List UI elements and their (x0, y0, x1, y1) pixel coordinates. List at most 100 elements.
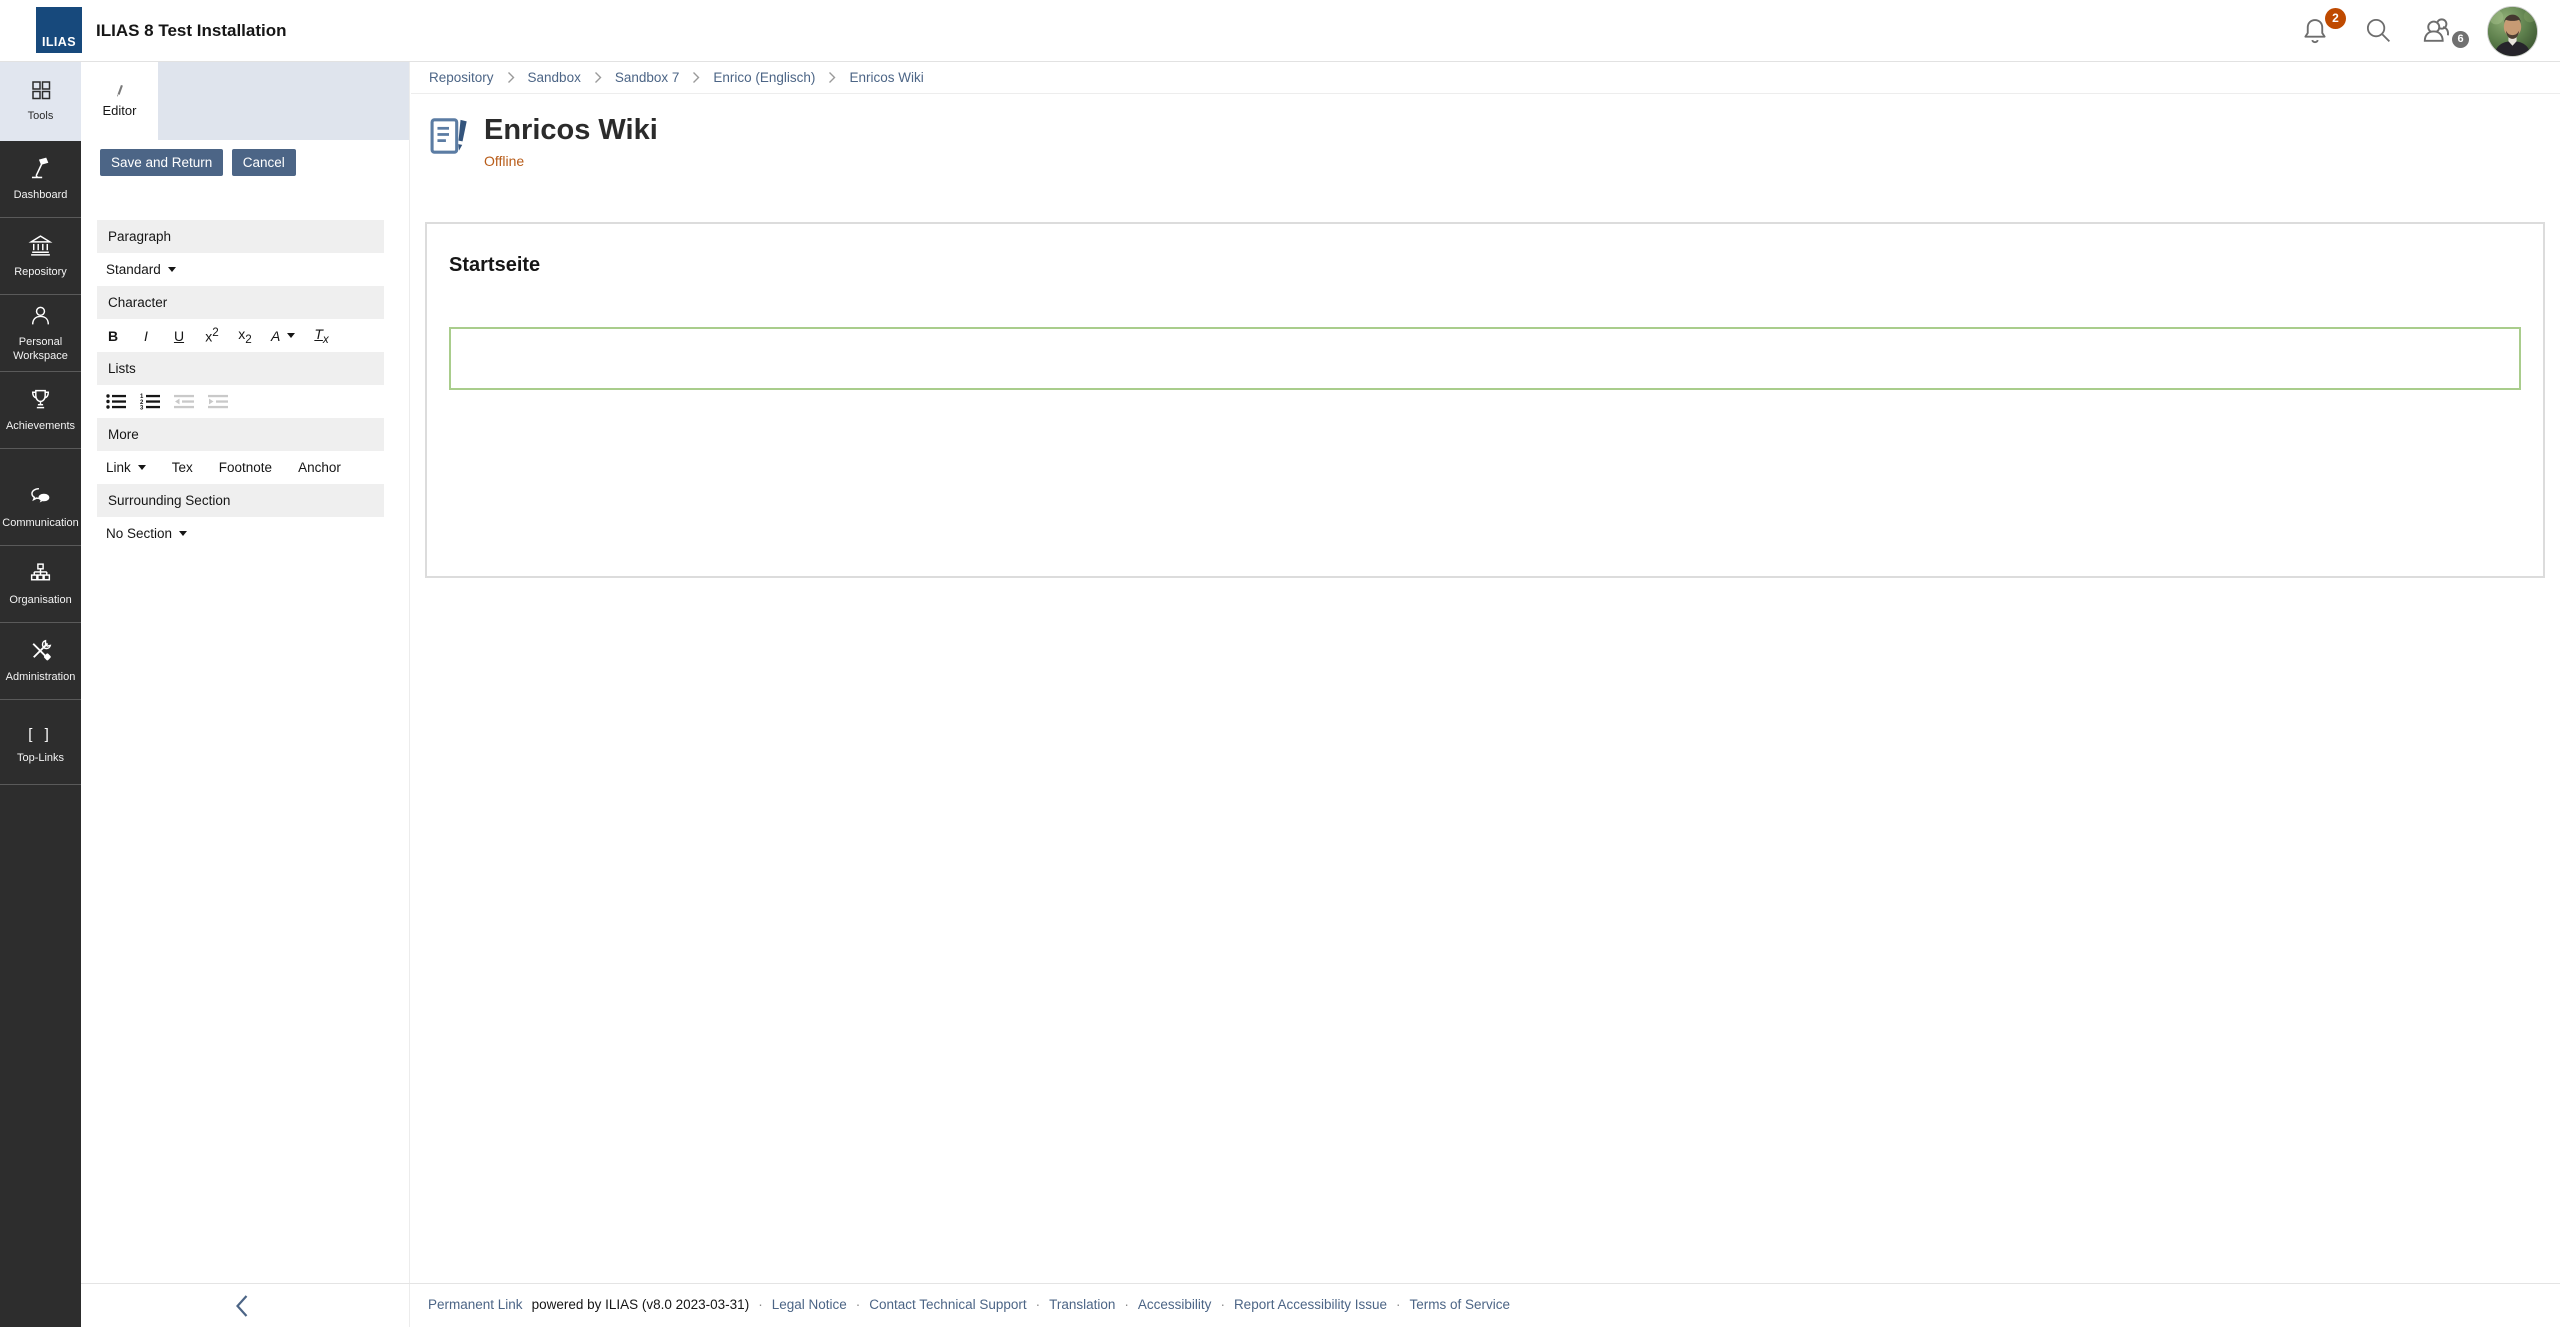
trophy-icon (28, 387, 53, 412)
editor-tab-row: Editor (81, 61, 409, 140)
bullet-list-button[interactable] (106, 393, 127, 410)
sidebar-item-label: Repository (14, 266, 67, 279)
wiki-icon (429, 114, 469, 158)
wrench-screwdriver-icon (28, 638, 53, 663)
powered-by-text: powered by ILIAS (v8.0 2023-03-31) (532, 1297, 750, 1312)
more-section-header: More (97, 418, 384, 451)
footer-separator: · (1124, 1297, 1129, 1312)
terms-of-service-link[interactable]: Terms of Service (1410, 1297, 1511, 1312)
footer-separator: · (1396, 1297, 1401, 1312)
rail-spacer (0, 449, 81, 469)
character-section-header: Character (97, 286, 384, 319)
bold-button[interactable]: B (106, 328, 120, 344)
footer: Permanent Link powered by ILIAS (v8.0 20… (81, 1283, 2560, 1328)
online-users-badge: 6 (2452, 31, 2469, 48)
ilias-logo[interactable]: ILIAS (36, 7, 82, 53)
svg-text:3: 3 (140, 405, 144, 410)
translation-link[interactable]: Translation (1049, 1297, 1115, 1312)
page-title: Enricos Wiki (484, 114, 658, 147)
top-bar: ILIAS ILIAS 8 Test Installation 2 6 (0, 0, 2560, 62)
subscript-button[interactable]: x2 (238, 326, 252, 346)
collapse-panel-button[interactable] (231, 1292, 259, 1320)
sidebar-item-top-links[interactable]: [ ] Top-Links (0, 708, 81, 785)
chevron-down-icon (287, 333, 295, 338)
breadcrumb-sandbox-7[interactable]: Sandbox 7 (615, 70, 680, 85)
chevron-down-icon (179, 531, 187, 536)
chevron-down-icon (168, 267, 176, 272)
paragraph-section-header: Paragraph (97, 220, 384, 253)
remove-format-button[interactable]: Tx (314, 326, 328, 346)
paragraph-style-dropdown[interactable]: Standard (106, 262, 176, 277)
footer-separator: · (758, 1297, 763, 1312)
tab-editor[interactable]: Editor (81, 61, 158, 140)
sidebar-item-tools[interactable]: Tools (0, 61, 81, 141)
accessibility-link[interactable]: Accessibility (1138, 1297, 1212, 1312)
search-button[interactable] (2364, 0, 2404, 61)
chevron-left-icon (231, 1292, 253, 1320)
breadcrumb-sandbox[interactable]: Sandbox (528, 70, 581, 85)
sidebar-item-organisation[interactable]: Organisation (0, 546, 81, 623)
chevron-down-icon (138, 465, 146, 470)
footer-separator: · (1220, 1297, 1225, 1312)
breadcrumb-enrico-englisch[interactable]: Enrico (Englisch) (713, 70, 815, 85)
anchor-button[interactable]: Anchor (298, 460, 341, 475)
sidebar-item-label: Top-Links (17, 752, 64, 765)
desk-lamp-icon (28, 156, 53, 181)
chevron-right-icon (594, 71, 602, 84)
sidebar-item-administration[interactable]: Administration (0, 623, 81, 700)
sidebar-item-label: Organisation (9, 594, 71, 607)
sidebar-item-communication[interactable]: Communication (0, 469, 81, 546)
paragraph-style-value: Standard (106, 262, 161, 277)
editor-actions: Save and Return Cancel (100, 149, 409, 176)
rail-spacer (0, 700, 81, 708)
bank-icon (28, 233, 53, 258)
cancel-button[interactable]: Cancel (232, 149, 296, 176)
sidebar-item-personal-workspace[interactable]: Personal Workspace (0, 295, 81, 372)
ilias-logo-text: ILIAS (42, 35, 76, 49)
chevron-right-icon (507, 71, 515, 84)
sidebar-item-label: Communication (2, 517, 78, 530)
sidebar-item-achievements[interactable]: Achievements (0, 372, 81, 449)
footer-separator: · (856, 1297, 861, 1312)
numbered-list-button[interactable]: 123 (140, 393, 161, 410)
italic-button[interactable]: I (139, 328, 153, 344)
chevron-right-icon (828, 71, 836, 84)
breadcrumb: Repository Sandbox Sandbox 7 Enrico (Eng… (411, 61, 2560, 94)
sidebar-item-repository[interactable]: Repository (0, 218, 81, 295)
search-icon (2364, 16, 2393, 45)
sidebar-item-label: Dashboard (14, 189, 68, 202)
tex-button[interactable]: Tex (172, 460, 193, 475)
permanent-link[interactable]: Permanent Link (428, 1297, 523, 1312)
sidebar-item-dashboard[interactable]: Dashboard (0, 141, 81, 218)
breadcrumb-repository[interactable]: Repository (429, 70, 494, 85)
notification-center-button[interactable]: 2 (2300, 0, 2350, 61)
report-accessibility-issue-link[interactable]: Report Accessibility Issue (1234, 1297, 1387, 1312)
avatar-photo (2488, 7, 2537, 56)
outdent-button[interactable] (174, 393, 195, 410)
org-chart-icon (28, 561, 53, 586)
people-icon (2420, 14, 2453, 47)
indent-button[interactable] (208, 393, 229, 410)
underline-button[interactable]: U (172, 328, 186, 344)
lists-section-header: Lists (97, 352, 384, 385)
breadcrumb-enricos-wiki[interactable]: Enricos Wiki (849, 70, 923, 85)
footnote-button[interactable]: Footnote (219, 460, 272, 475)
user-avatar[interactable] (2487, 6, 2538, 57)
text-color-dropdown[interactable]: A (271, 328, 295, 344)
page-editor-area[interactable] (449, 327, 2521, 390)
chat-bubbles-icon (28, 484, 53, 509)
status-offline: Offline (484, 153, 658, 169)
link-dropdown[interactable]: Link (106, 460, 146, 475)
installation-title: ILIAS 8 Test Installation (96, 0, 287, 61)
contact-support-link[interactable]: Contact Technical Support (869, 1297, 1026, 1312)
awareness-button[interactable]: 6 (2420, 0, 2476, 61)
superscript-button[interactable]: x2 (205, 326, 219, 345)
legal-notice-link[interactable]: Legal Notice (772, 1297, 847, 1312)
save-and-return-button[interactable]: Save and Return (100, 149, 223, 176)
chevron-right-icon (692, 71, 700, 84)
surrounding-section-dropdown[interactable]: No Section (106, 526, 187, 541)
tab-editor-label: Editor (103, 103, 137, 118)
sidebar-item-label: Tools (28, 110, 54, 123)
main-bar: Tools Dashboard Repository (0, 61, 81, 1327)
wiki-page-heading: Startseite (449, 254, 2543, 277)
